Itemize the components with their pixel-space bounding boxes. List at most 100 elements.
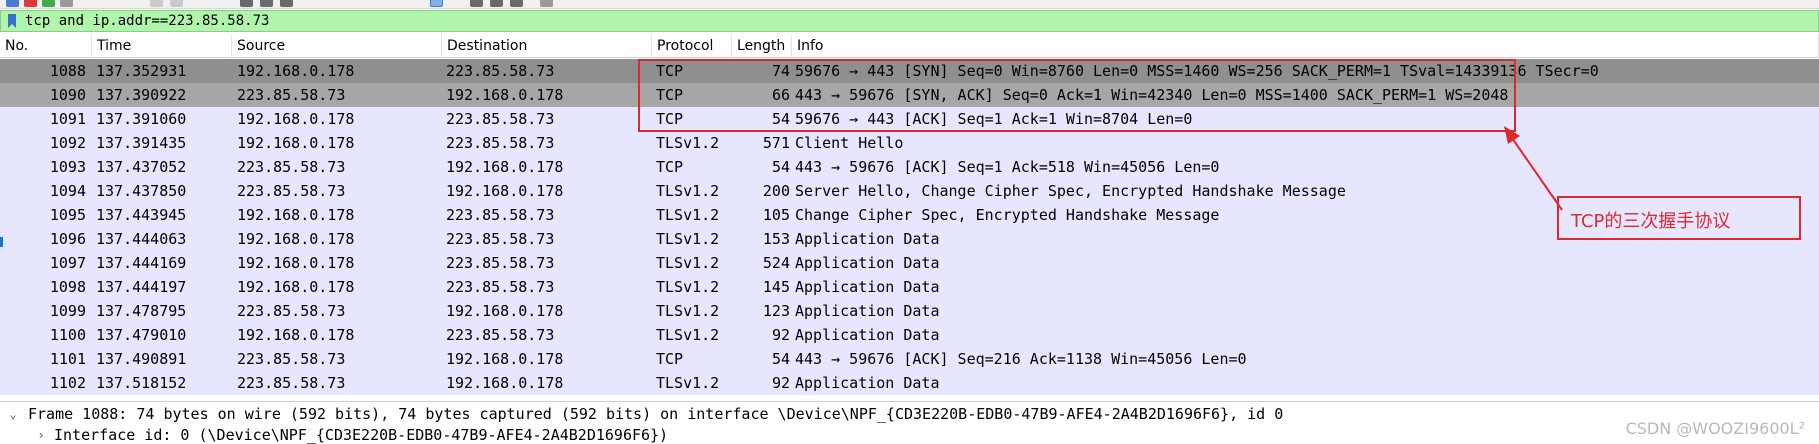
table-row[interactable]: 1100 137.479010 192.168.0.178 223.85.58.… [0, 323, 1819, 347]
display-filter-input[interactable]: tcp and ip.addr==223.85.58.73 [25, 13, 269, 29]
resize-columns-icon[interactable] [540, 0, 553, 7]
stop-capture-icon[interactable] [24, 0, 37, 7]
packet-time: 137.443945 [96, 206, 187, 224]
table-row[interactable]: 1099 137.478795 223.85.58.73 192.168.0.1… [0, 299, 1819, 323]
packet-length: 123 [762, 302, 790, 320]
packet-source: 192.168.0.178 [237, 62, 355, 80]
packet-number: 1102 [49, 374, 86, 392]
packet-time: 137.518152 [96, 374, 187, 392]
packet-length: 54 [771, 350, 790, 368]
packet-source: 192.168.0.178 [237, 230, 355, 248]
display-filter-bar[interactable]: tcp and ip.addr==223.85.58.73 [0, 10, 1819, 32]
packet-source: 192.168.0.178 [237, 254, 355, 272]
column-header-info[interactable]: Info [792, 34, 1819, 58]
packet-number: 1099 [49, 302, 86, 320]
zoom-out-icon[interactable] [490, 0, 503, 7]
colorize-icon[interactable] [430, 0, 443, 7]
packet-info: Application Data [795, 374, 940, 392]
column-header-protocol[interactable]: Protocol [652, 34, 732, 58]
table-row[interactable]: 1096 137.444063 192.168.0.178 223.85.58.… [0, 227, 1819, 251]
column-header-length[interactable]: Length [732, 34, 792, 58]
packet-info: Application Data [795, 254, 940, 272]
table-row[interactable]: 1102 137.518152 223.85.58.73 192.168.0.1… [0, 371, 1819, 395]
packet-number: 1094 [49, 182, 86, 200]
packet-number: 1088 [49, 62, 86, 80]
packet-destination: 223.85.58.73 [446, 278, 555, 296]
packet-protocol: TLSv1.2 [656, 230, 720, 248]
chevron-down-icon[interactable]: ⌄ [6, 404, 20, 425]
packet-source: 192.168.0.178 [237, 326, 355, 344]
packet-protocol: TLSv1.2 [656, 302, 720, 320]
packet-length: 571 [762, 134, 790, 152]
restart-capture-icon[interactable] [42, 0, 55, 7]
column-header-source[interactable]: Source [232, 34, 442, 58]
detail-frame-row[interactable]: ⌄ Frame 1088: 74 bytes on wire (592 bits… [0, 404, 1819, 425]
packet-time: 137.478795 [96, 302, 187, 320]
packet-length: 524 [762, 254, 790, 272]
packet-time: 137.390922 [96, 86, 187, 104]
handshake-highlight-box [638, 59, 1516, 132]
packet-length: 54 [771, 158, 790, 176]
annotation-callout-text: TCP的三次握手协议 [1571, 211, 1731, 232]
packet-number: 1095 [49, 206, 86, 224]
packet-number: 1091 [49, 110, 86, 128]
column-header-no[interactable]: No. [0, 34, 92, 58]
packet-source: 192.168.0.178 [237, 278, 355, 296]
detail-interface-text: Interface id: 0 (\Device\NPF_{CD3E220B-E… [54, 426, 669, 444]
bookmark-icon[interactable] [8, 14, 16, 28]
packet-destination: 192.168.0.178 [446, 86, 564, 104]
column-header-time[interactable]: Time [92, 34, 232, 58]
packet-info: Client Hello [795, 134, 904, 152]
packet-time: 137.437850 [96, 182, 187, 200]
packet-length: 105 [762, 206, 790, 224]
packet-destination: 192.168.0.178 [446, 182, 564, 200]
packet-protocol: TLSv1.2 [656, 278, 720, 296]
packet-time: 137.352931 [96, 62, 187, 80]
packet-number: 1093 [49, 158, 86, 176]
packet-destination: 223.85.58.73 [446, 254, 555, 272]
packet-source: 192.168.0.178 [237, 134, 355, 152]
packet-source: 223.85.58.73 [237, 182, 346, 200]
packet-protocol: TLSv1.2 [656, 374, 720, 392]
packet-length: 92 [771, 326, 790, 344]
packet-number: 1100 [49, 326, 86, 344]
annotation-callout: TCP的三次握手协议 [1557, 196, 1801, 240]
packet-details-pane[interactable]: ⌄ Frame 1088: 74 bytes on wire (592 bits… [0, 401, 1819, 444]
packet-source: 192.168.0.178 [237, 206, 355, 224]
watermark: CSDN @WOOZI9600L² [1625, 419, 1805, 438]
packet-number: 1090 [49, 86, 86, 104]
go-forward-icon[interactable] [280, 0, 293, 7]
table-row[interactable]: 1101 137.490891 223.85.58.73 192.168.0.1… [0, 347, 1819, 371]
packet-protocol: TLSv1.2 [656, 134, 720, 152]
packet-source: 223.85.58.73 [237, 86, 346, 104]
column-header-destination[interactable]: Destination [442, 34, 652, 58]
zoom-reset-icon[interactable] [510, 0, 523, 7]
table-row[interactable]: 1098 137.444197 192.168.0.178 223.85.58.… [0, 275, 1819, 299]
packet-time: 137.444197 [96, 278, 187, 296]
packet-length: 200 [762, 182, 790, 200]
go-back-icon[interactable] [260, 0, 273, 7]
zoom-in-icon[interactable] [470, 0, 483, 7]
open-file-icon[interactable] [150, 0, 163, 7]
save-file-icon[interactable] [170, 0, 183, 7]
packet-source: 223.85.58.73 [237, 350, 346, 368]
detail-interface-row[interactable]: › Interface id: 0 (\Device\NPF_{CD3E220B… [0, 425, 1819, 444]
options-icon[interactable] [60, 0, 73, 7]
chevron-right-icon[interactable]: › [34, 425, 48, 444]
find-packet-icon[interactable] [240, 0, 253, 7]
packet-destination: 223.85.58.73 [446, 110, 555, 128]
packet-number: 1092 [49, 134, 86, 152]
start-capture-icon[interactable] [6, 0, 19, 7]
packet-destination: 192.168.0.178 [446, 350, 564, 368]
table-row[interactable]: 1097 137.444169 192.168.0.178 223.85.58.… [0, 251, 1819, 275]
row-marker [0, 237, 3, 247]
packet-length: 145 [762, 278, 790, 296]
packet-time: 137.490891 [96, 350, 187, 368]
packet-destination: 223.85.58.73 [446, 62, 555, 80]
packet-protocol: TCP [656, 158, 684, 176]
packet-destination: 192.168.0.178 [446, 158, 564, 176]
packet-number: 1097 [49, 254, 86, 272]
packet-length: 153 [762, 230, 790, 248]
packet-time: 137.391435 [96, 134, 187, 152]
packet-destination: 192.168.0.178 [446, 374, 564, 392]
